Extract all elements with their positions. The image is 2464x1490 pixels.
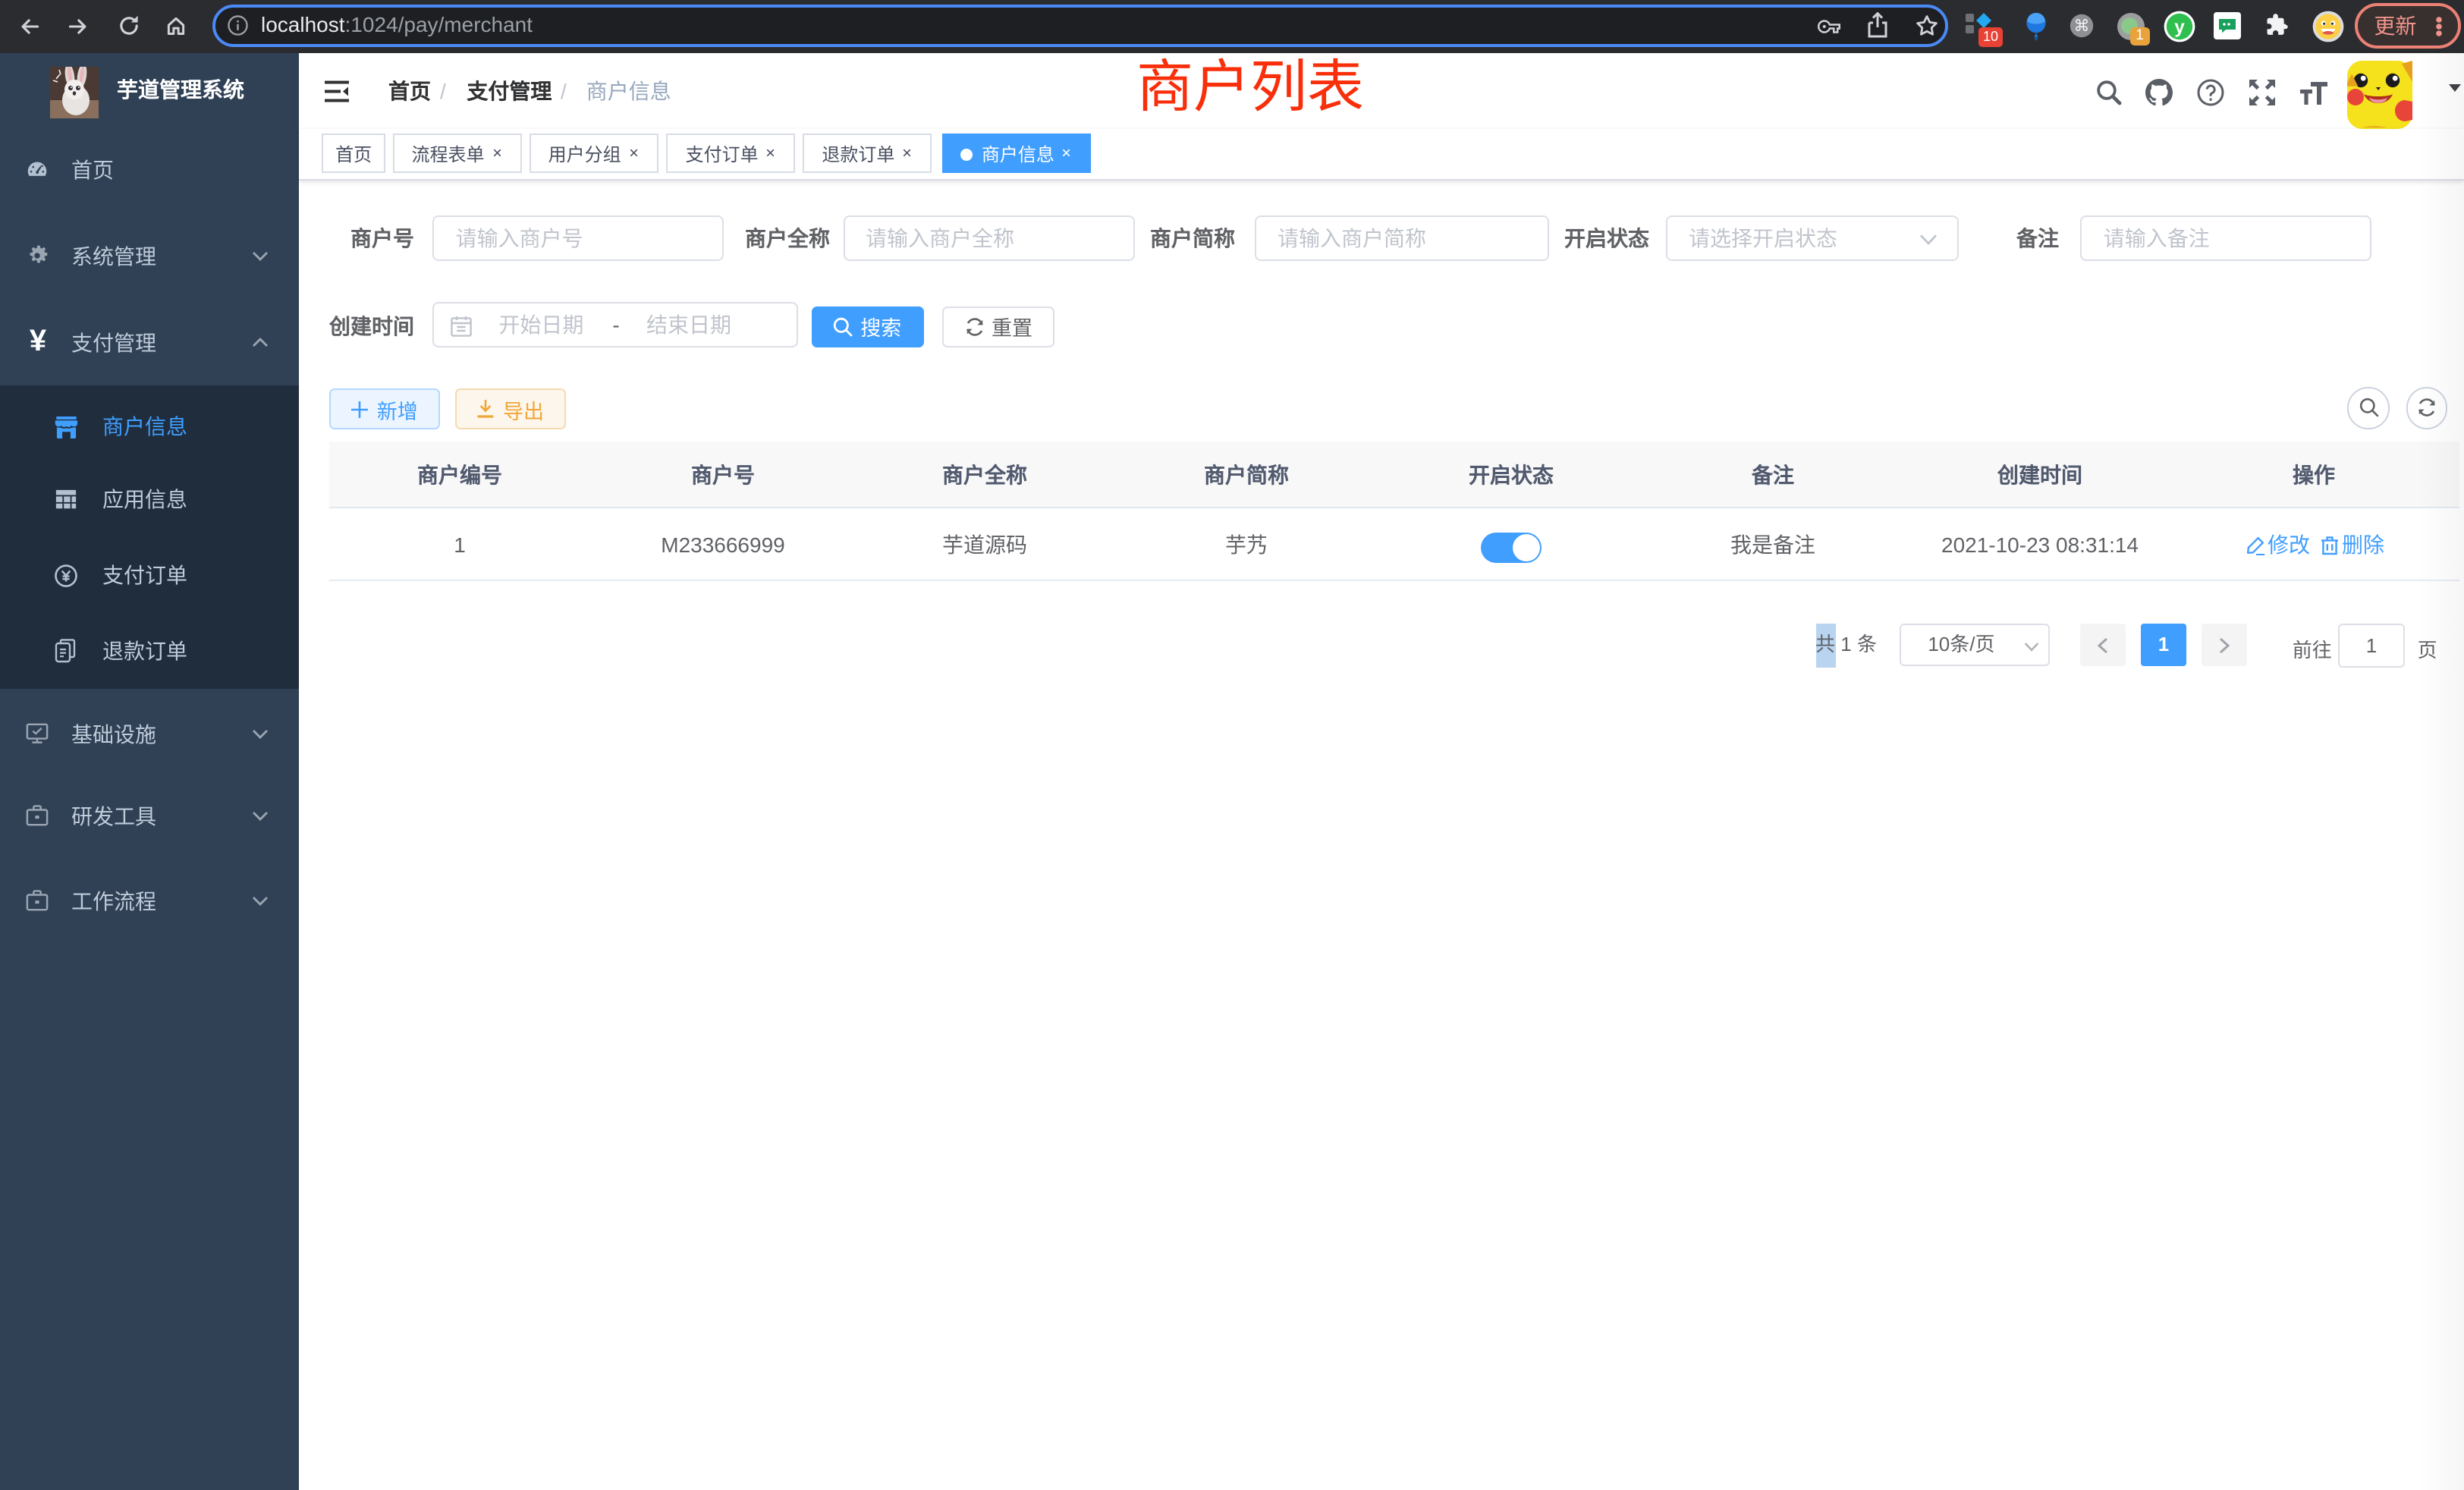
- svg-text:y: y: [2174, 17, 2185, 38]
- svg-text:⌘: ⌘: [2074, 17, 2090, 35]
